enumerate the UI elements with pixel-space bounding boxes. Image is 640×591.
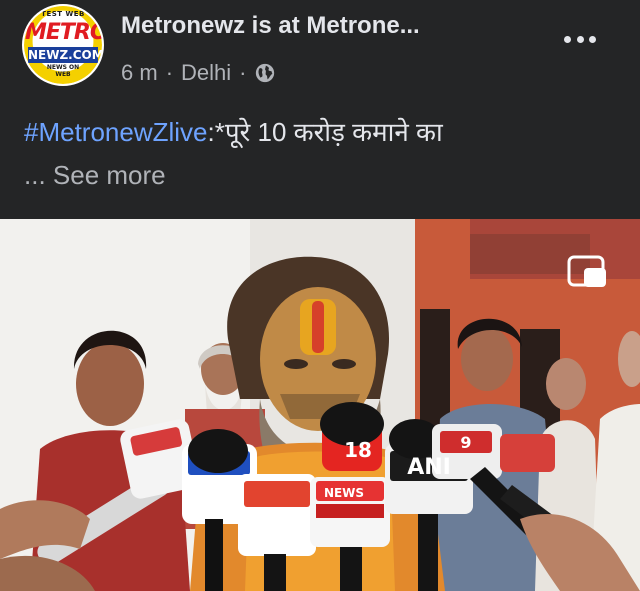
dot-icon bbox=[589, 35, 596, 43]
meta-separator: · bbox=[165, 60, 174, 85]
mic-label-18: 18 bbox=[344, 438, 372, 462]
mic-label-ani: ANI bbox=[407, 455, 451, 480]
meta-separator: · bbox=[239, 60, 247, 85]
post-body-text: :*पूरे 10 करोड़ कमाने का bbox=[207, 117, 443, 147]
post-meta: 6 m · Delhi · bbox=[121, 60, 276, 86]
see-more-button[interactable]: ... See more bbox=[24, 160, 166, 191]
picture-in-picture-icon[interactable] bbox=[566, 254, 608, 290]
post-time[interactable]: 6 m bbox=[121, 60, 158, 86]
dot-icon bbox=[564, 35, 571, 43]
avatar-logo-main: METRO bbox=[25, 20, 104, 45]
dot-icon bbox=[576, 35, 584, 43]
post-location[interactable]: Delhi bbox=[181, 60, 231, 86]
video-frame: 18 ANI NEWS 9 bbox=[0, 219, 640, 591]
mic-label-9: 9 bbox=[460, 433, 471, 452]
page-avatar[interactable]: TEST WEB METRO NEWZ.COM NEWS ON WEB bbox=[22, 4, 104, 86]
post-text: #MetronewZlive:*पूरे 10 करोड़ कमाने का bbox=[24, 112, 624, 152]
more-options-button[interactable] bbox=[560, 24, 600, 54]
hashtag-link[interactable]: #MetronewZlive bbox=[24, 117, 208, 147]
post-video[interactable]: 18 ANI NEWS 9 bbox=[0, 219, 640, 591]
post-header: TEST WEB METRO NEWZ.COM NEWS ON WEB Metr… bbox=[0, 0, 640, 105]
mic-label-news: NEWS bbox=[324, 486, 364, 500]
avatar-logo-top: TEST WEB bbox=[41, 10, 85, 18]
avatar-logo-sub: NEWZ.COM bbox=[28, 47, 104, 63]
globe-icon[interactable] bbox=[254, 62, 276, 84]
page-name-link[interactable]: Metronewz is at Metrone... bbox=[121, 12, 541, 40]
avatar-logo-bottom: NEWS ON WEB bbox=[46, 64, 80, 78]
